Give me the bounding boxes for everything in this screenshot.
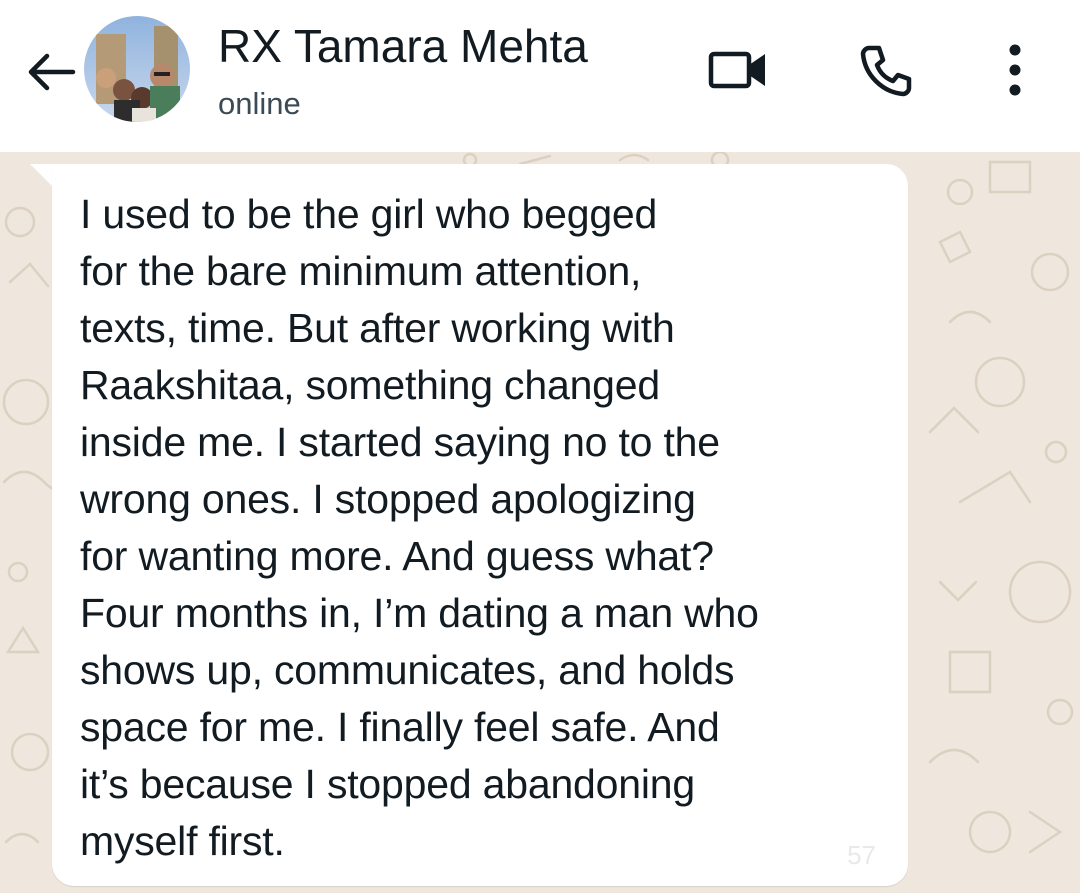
message-text: I used to be the girl who begged for the… [80,191,759,864]
back-arrow-icon [28,53,76,91]
voice-call-button[interactable] [850,38,920,102]
message-time: 57 [847,840,876,870]
avatar[interactable] [84,16,190,122]
phone-icon [860,45,912,97]
contact-status: online [218,86,301,121]
video-camera-icon [708,51,765,89]
avatar-photo [84,16,190,122]
chat-header: RX Tamara Mehta online [0,0,1080,152]
more-options-button[interactable] [980,38,1050,102]
back-button[interactable] [18,40,82,104]
contact-name[interactable]: RX Tamara Mehta [218,18,588,74]
more-vertical-icon [1009,44,1021,96]
video-call-button[interactable] [704,38,774,102]
chat-screen: RX Tamara Mehta online I used to be the … [0,0,1080,893]
